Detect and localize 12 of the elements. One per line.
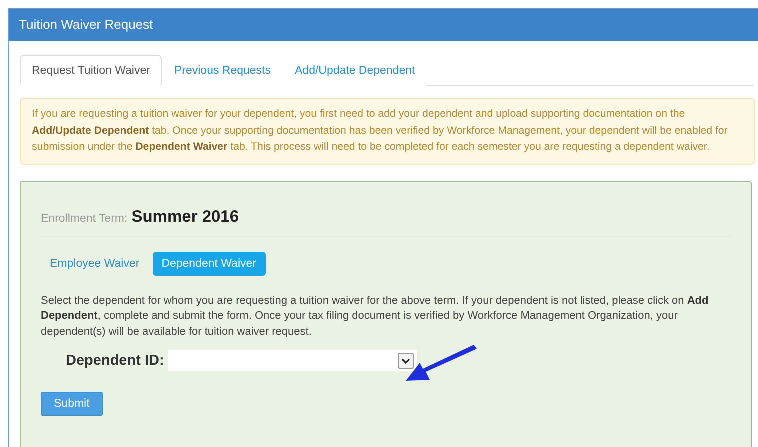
waiver-tab[interactable]: Dependent Waiver xyxy=(152,252,266,276)
term-label: Enrollment Term: xyxy=(41,212,128,224)
dependent-select[interactable] xyxy=(168,350,418,371)
term-value: Summer 2016 xyxy=(132,208,240,226)
panel-title: Tuition Waiver Request xyxy=(9,9,758,41)
tab[interactable]: Request Tuition Waiver xyxy=(20,55,162,86)
submit-button[interactable]: Submit xyxy=(41,392,103,416)
info-alert: If you are requesting a tuition waiver for your dependent, you first need to add your dependent and upload supporting documentation on the Add/Update Dependent tab. Once your supporting documentation has been verified by Workforce Management, your dependent will be enabled for submission under the Dependent Waiver tab. This process will need to be completed for each semester you are requesting a dependent waiver. xyxy=(20,98,755,164)
chevron-down-icon xyxy=(398,352,414,368)
field-label: Dependent ID: xyxy=(66,352,164,368)
instructions-text: Select the dependent for whom you are requesting a tuition waiver for the above term. If your dependent is not listed, please click on Add Dependent, complete and submit the form. Once your tax filing document is verified by Workforce Management Organization, your dependent(s) will be available for tuition waiver request. xyxy=(41,294,710,340)
waiver-tab[interactable]: Employee Waiver xyxy=(41,252,149,276)
